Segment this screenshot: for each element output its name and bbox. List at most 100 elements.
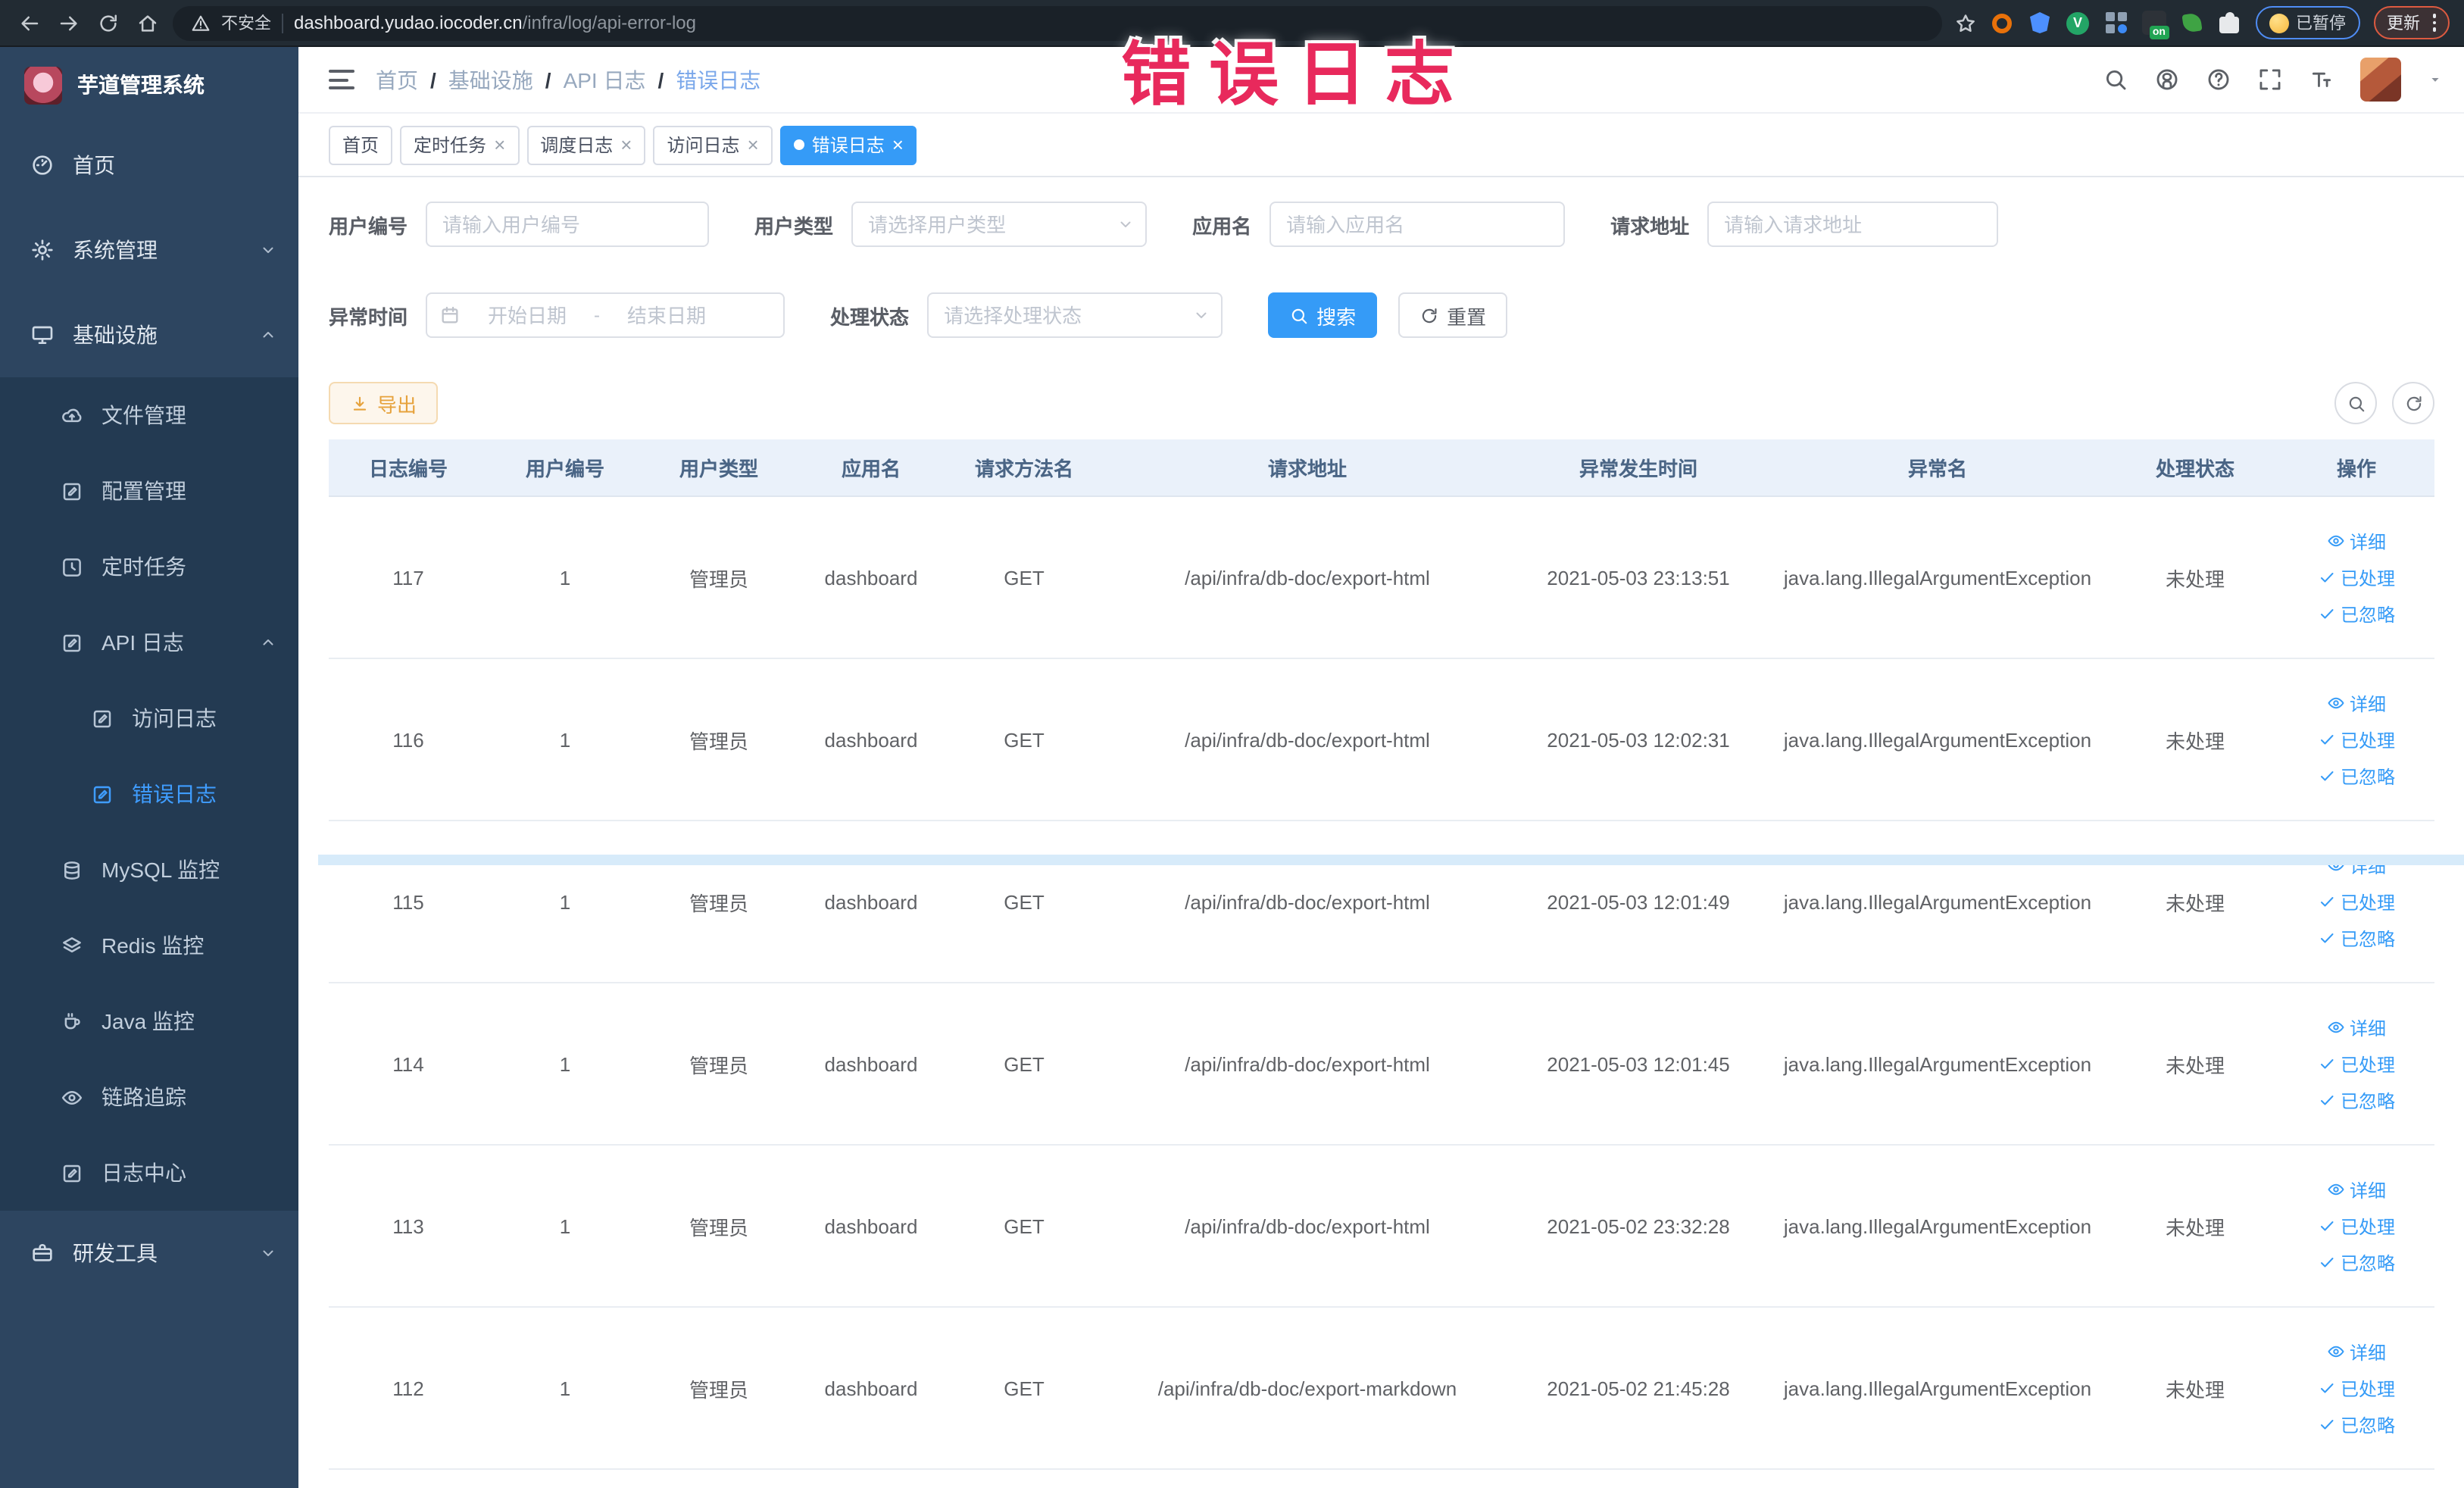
sidebar-item-home[interactable]: 首页 xyxy=(0,123,298,208)
user-avatar[interactable] xyxy=(2360,58,2401,102)
mark-ignored-link[interactable]: 已忽略 xyxy=(2318,925,2395,951)
extension-icon[interactable] xyxy=(2179,11,2203,35)
table-row[interactable]: 116 1 管理员 dashboard GET /api/infra/db-do… xyxy=(329,659,2434,821)
caret-down-icon[interactable] xyxy=(2427,71,2444,88)
close-icon[interactable]: × xyxy=(892,135,904,155)
breadcrumb-item[interactable]: API 日志 xyxy=(564,64,646,95)
table-row[interactable]: 115 1 管理员 dashboard GET /api/infra/db-do… xyxy=(329,821,2434,983)
sidebar-item-error-log[interactable]: 错误日志 xyxy=(0,756,298,832)
tab[interactable]: 定时任务 × xyxy=(400,125,520,164)
process-status-select[interactable] xyxy=(927,292,1223,338)
bookmark-star-icon[interactable] xyxy=(1953,11,1976,34)
app-name-input[interactable] xyxy=(1269,202,1566,247)
sidebar-item-access-log[interactable]: 访问日志 xyxy=(0,680,298,756)
hamburger-icon[interactable] xyxy=(329,70,354,89)
detail-link[interactable]: 详细 xyxy=(2327,528,2386,554)
search-icon[interactable] xyxy=(2103,67,2128,92)
breadcrumb-item[interactable]: / xyxy=(658,67,664,92)
extension-glyph xyxy=(1992,13,2012,33)
mark-processed-link[interactable]: 已处理 xyxy=(2318,1375,2395,1401)
breadcrumb-item[interactable]: / xyxy=(430,67,436,92)
close-icon[interactable]: × xyxy=(748,135,759,155)
sidebar-item-log-center[interactable]: 日志中心 xyxy=(0,1135,298,1211)
breadcrumb-item[interactable]: / xyxy=(545,67,551,92)
extension-icon[interactable] xyxy=(1990,11,2014,35)
extensions-puzzle-icon[interactable] xyxy=(2217,11,2241,35)
mark-processed-link[interactable]: 已处理 xyxy=(2318,1213,2395,1239)
table-row[interactable]: 117 1 管理员 dashboard GET /api/infra/db-do… xyxy=(329,497,2434,659)
browser-reload-button[interactable] xyxy=(94,9,121,36)
tab[interactable]: 调度日志 × xyxy=(526,125,646,164)
close-icon[interactable]: × xyxy=(494,135,505,155)
user-type-select[interactable] xyxy=(851,202,1148,247)
table-row[interactable]: 113 1 管理员 dashboard GET /api/infra/db-do… xyxy=(329,1146,2434,1308)
tab[interactable]: 首页 × xyxy=(329,125,393,164)
reset-button[interactable]: 重置 xyxy=(1398,292,1508,338)
sidebar-item-config-manage[interactable]: 配置管理 xyxy=(0,453,298,529)
mark-processed-link[interactable]: 已处理 xyxy=(2318,727,2395,752)
extension-icon[interactable]: V xyxy=(2066,11,2090,35)
mark-ignored-link[interactable]: 已忽略 xyxy=(2318,1411,2395,1437)
browser-home-button[interactable] xyxy=(133,9,161,36)
sidebar-item-scheduled-job[interactable]: 定时任务 xyxy=(0,529,298,605)
sidebar-item-java-monitor[interactable]: Java 监控 xyxy=(0,983,298,1059)
mark-processed-link[interactable]: 已处理 xyxy=(2318,1051,2395,1077)
sidebar-item-trace[interactable]: 链路追踪 xyxy=(0,1059,298,1135)
browser-forward-button[interactable] xyxy=(55,9,82,36)
extension-icon[interactable]: on xyxy=(2141,11,2169,39)
address-bar[interactable]: 不安全 dashboard.yudao.iocoder.cn/infra/log… xyxy=(173,5,1941,40)
mark-ignored-link[interactable]: 已忽略 xyxy=(2318,763,2395,789)
detail-link[interactable]: 详细 xyxy=(2327,690,2386,716)
end-date-input[interactable] xyxy=(606,304,728,327)
cell-user-id: 1 xyxy=(559,890,571,913)
refresh-table-button[interactable] xyxy=(2392,382,2434,424)
start-date-input[interactable] xyxy=(467,304,589,327)
mark-processed-link[interactable]: 已处理 xyxy=(2318,889,2395,914)
extension-icon[interactable] xyxy=(2028,11,2052,35)
fullscreen-icon[interactable] xyxy=(2257,67,2283,92)
breadcrumb-item[interactable]: 基础设施 xyxy=(448,64,533,95)
filter-label: 用户编号 xyxy=(329,214,408,237)
tab[interactable]: 访问日志 × xyxy=(653,125,773,164)
sidebar-item-dev-tools[interactable]: 研发工具 xyxy=(0,1211,298,1296)
sidebar-item-api-log[interactable]: API 日志 xyxy=(0,605,298,680)
detail-link[interactable]: 详细 xyxy=(2327,1014,2386,1040)
security-label[interactable]: 不安全 xyxy=(221,11,271,35)
extension-icon[interactable] xyxy=(2103,11,2128,35)
toggle-search-button[interactable] xyxy=(2334,382,2377,424)
mark-processed-link[interactable]: 已处理 xyxy=(2318,564,2395,590)
breadcrumb-item[interactable]: 错误日志 xyxy=(676,64,760,95)
browser-menu-icon[interactable] xyxy=(2432,14,2436,32)
request-url-input[interactable] xyxy=(1707,202,1999,247)
mark-ignored-link[interactable]: 已忽略 xyxy=(2318,1087,2395,1113)
page-url[interactable]: dashboard.yudao.iocoder.cn/infra/log/api… xyxy=(294,12,696,33)
sidebar-item-mysql-monitor[interactable]: MySQL 监控 xyxy=(0,832,298,908)
mark-ignored-link[interactable]: 已忽略 xyxy=(2318,601,2395,627)
search-button[interactable]: 搜索 xyxy=(1268,292,1378,338)
sidebar-item-file-manage[interactable]: 文件管理 xyxy=(0,377,298,453)
help-icon[interactable] xyxy=(2206,67,2231,92)
sidebar-item-redis-monitor[interactable]: Redis 监控 xyxy=(0,908,298,983)
browser-back-button[interactable] xyxy=(15,9,42,36)
detail-link[interactable]: 详细 xyxy=(2327,852,2386,878)
sidebar-logo[interactable]: 芋道管理系统 xyxy=(0,47,298,123)
paused-extension-chip[interactable]: 已暂停 xyxy=(2255,6,2359,39)
sidebar-item-infra[interactable]: 基础设施 xyxy=(0,292,298,377)
mark-ignored-link[interactable]: 已忽略 xyxy=(2318,1249,2395,1275)
table-row[interactable]: 114 1 管理员 dashboard GET /api/infra/db-do… xyxy=(329,983,2434,1146)
breadcrumb-item[interactable]: 首页 xyxy=(376,64,418,95)
tab[interactable]: 错误日志 × xyxy=(779,125,917,164)
close-icon[interactable]: × xyxy=(620,135,632,155)
user-id-input[interactable] xyxy=(426,202,710,247)
detail-link[interactable]: 详细 xyxy=(2327,1177,2386,1202)
export-button[interactable]: 导出 xyxy=(329,382,439,424)
check-icon xyxy=(2318,1055,2336,1073)
date-range-picker[interactable]: - xyxy=(426,292,785,338)
detail-link[interactable]: 详细 xyxy=(2327,1339,2386,1365)
browser-update-button[interactable]: 更新 xyxy=(2373,6,2450,39)
sidebar-item-system[interactable]: 系统管理 xyxy=(0,208,298,292)
table-row[interactable]: 112 1 管理员 dashboard GET /api/infra/db-do… xyxy=(329,1308,2434,1470)
github-icon[interactable] xyxy=(2154,67,2180,92)
cell-exception-time: 2021-05-02 23:32:28 xyxy=(1547,1214,1730,1237)
font-size-icon[interactable] xyxy=(2309,67,2334,92)
